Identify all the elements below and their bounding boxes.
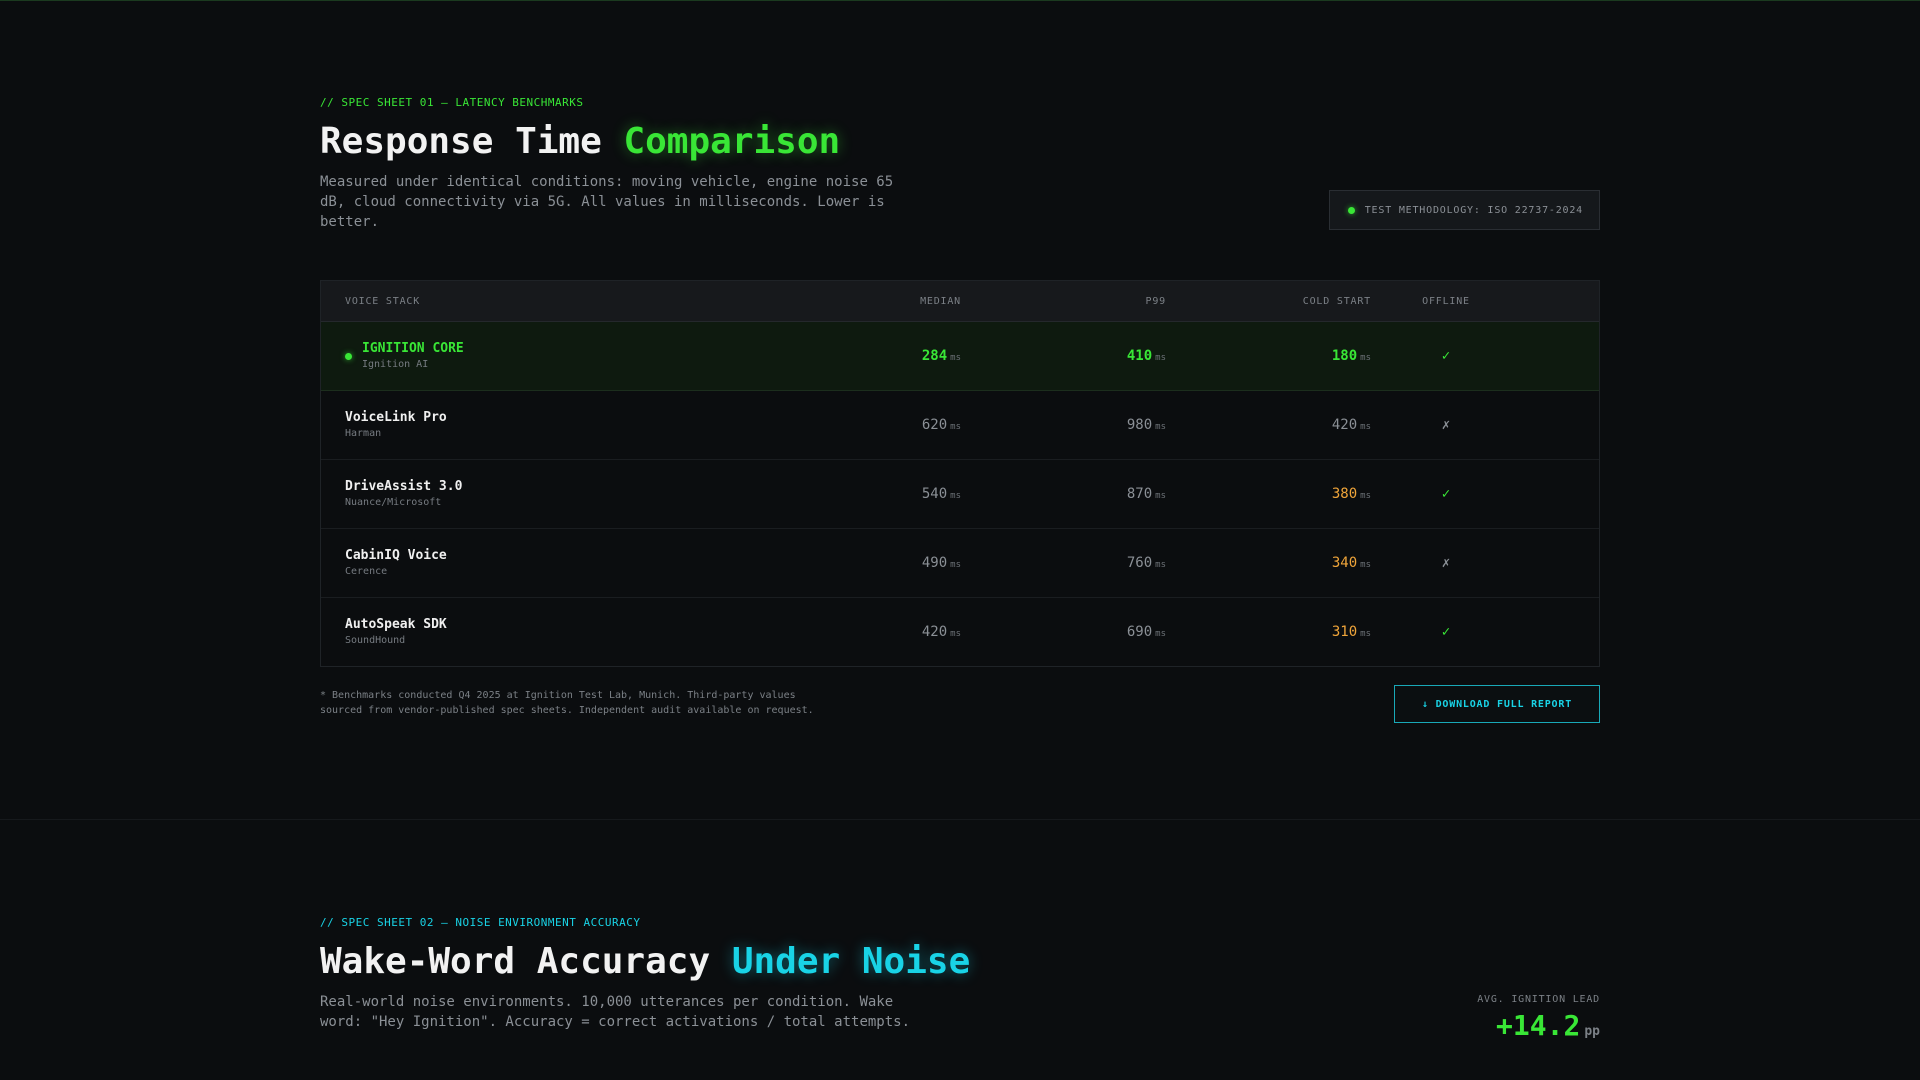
section-title: Response Time Comparison bbox=[320, 120, 1600, 164]
table-header: VOICE STACK MEDIAN P99 COLD START OFFLIN… bbox=[321, 281, 1599, 322]
p99-value: 760 ms bbox=[1126, 555, 1166, 571]
section-eyebrow: // SPEC SHEET 01 — LATENCY BENCHMARKS bbox=[320, 96, 584, 109]
lead-label: AVG. IGNITION LEAD bbox=[1477, 994, 1600, 1005]
cross-icon: ✗ bbox=[1441, 555, 1451, 571]
status-dot-icon bbox=[1347, 206, 1355, 214]
cold-start-value: 180 ms bbox=[1331, 348, 1371, 364]
section-description: Real-world noise environments. 10,000 ut… bbox=[320, 994, 911, 1030]
cold-start-value: 420 ms bbox=[1331, 417, 1371, 433]
header-offline: OFFLINE bbox=[1422, 295, 1470, 307]
table-row: VoiceLink Pro Harman 620 ms 980 ms 420 ms ✗ bbox=[321, 391, 1599, 460]
top-accent-line bbox=[0, 0, 1920, 1]
header-p99: P99 bbox=[1145, 295, 1166, 307]
methodology-label: TEST METHODOLOGY: ISO 22737-2024 bbox=[1364, 204, 1583, 216]
stack-name: AutoSpeak SDK bbox=[345, 617, 447, 632]
median-value: 420 ms bbox=[921, 624, 961, 640]
title-main: Response Time bbox=[320, 121, 602, 162]
title-main: Wake-Word Accuracy bbox=[320, 941, 711, 982]
featured-dot-icon bbox=[345, 352, 352, 360]
stack-name: DriveAssist 3.0 bbox=[345, 479, 463, 494]
p99-value: 870 ms bbox=[1126, 486, 1166, 502]
section-description: Measured under identical conditions: mov… bbox=[320, 174, 894, 230]
stack-vendor: SoundHound bbox=[345, 635, 406, 646]
latency-table: VOICE STACK MEDIAN P99 COLD START OFFLIN… bbox=[320, 280, 1600, 667]
cold-start-value: 310 ms bbox=[1331, 624, 1371, 640]
title-accent: Comparison bbox=[623, 121, 841, 162]
section-divider bbox=[0, 819, 1920, 820]
benchmark-footnote: * Benchmarks conducted Q4 2025 at Igniti… bbox=[320, 690, 814, 716]
cold-start-value: 340 ms bbox=[1331, 555, 1371, 571]
median-value: 540 ms bbox=[921, 486, 961, 502]
stack-name: CabinIQ Voice bbox=[345, 548, 447, 563]
table-row: DriveAssist 3.0 Nuance/Microsoft 540 ms 8… bbox=[321, 460, 1599, 529]
check-icon: ✓ bbox=[1441, 348, 1451, 364]
stack-vendor: Ignition AI bbox=[362, 359, 429, 370]
p99-value: 410 ms bbox=[1126, 348, 1166, 364]
methodology-badge: TEST METHODOLOGY: ISO 22737-2024 bbox=[1328, 190, 1600, 230]
spec-sheet-latency: // SPEC SHEET 01 — LATENCY BENCHMARKS Re… bbox=[320, 96, 1600, 723]
header-median: MEDIAN bbox=[920, 295, 961, 307]
table-row: IGNITION CORE Ignition AI 284 ms 410 ms 18… bbox=[321, 322, 1599, 391]
median-value: 284 ms bbox=[921, 348, 961, 364]
section-eyebrow: // SPEC SHEET 02 — NOISE ENVIRONMENT ACC… bbox=[320, 916, 641, 929]
stack-vendor: Harman bbox=[345, 428, 382, 439]
header-cold-start: COLD START bbox=[1302, 295, 1371, 307]
lead-value: +14.2 bbox=[1496, 1009, 1581, 1042]
stack-name: VoiceLink Pro bbox=[345, 410, 447, 425]
table-row: AutoSpeak SDK SoundHound 420 ms 690 ms 310… bbox=[321, 598, 1599, 666]
header-voice-stack: VOICE STACK bbox=[345, 295, 421, 307]
stack-vendor: Cerence bbox=[345, 566, 388, 577]
median-value: 620 ms bbox=[921, 417, 961, 433]
median-value: 490 ms bbox=[921, 555, 961, 571]
cold-start-value: 380 ms bbox=[1331, 486, 1371, 502]
table-row: CabinIQ Voice Cerence 490 ms 760 ms 340 ms … bbox=[321, 529, 1599, 598]
p99-value: 690 ms bbox=[1126, 624, 1166, 640]
cross-icon: ✗ bbox=[1441, 417, 1451, 433]
title-accent: Under Noise bbox=[731, 941, 971, 982]
download-report-button[interactable]: ↓ DOWNLOAD FULL REPORT bbox=[1394, 685, 1600, 723]
lead-unit: pp bbox=[1584, 1024, 1600, 1039]
check-icon: ✓ bbox=[1441, 486, 1451, 502]
avg-lead-stat: AVG. IGNITION LEAD +14.2 pp bbox=[1477, 994, 1600, 1049]
spec-sheet-noise-accuracy: // SPEC SHEET 02 — NOISE ENVIRONMENT ACC… bbox=[320, 916, 1600, 1042]
p99-value: 980 ms bbox=[1126, 417, 1166, 433]
stack-name: IGNITION CORE bbox=[362, 341, 464, 356]
stack-vendor: Nuance/Microsoft bbox=[345, 497, 442, 508]
check-icon: ✓ bbox=[1441, 624, 1451, 640]
section-title: Wake-Word Accuracy Under Noise bbox=[320, 940, 1600, 984]
